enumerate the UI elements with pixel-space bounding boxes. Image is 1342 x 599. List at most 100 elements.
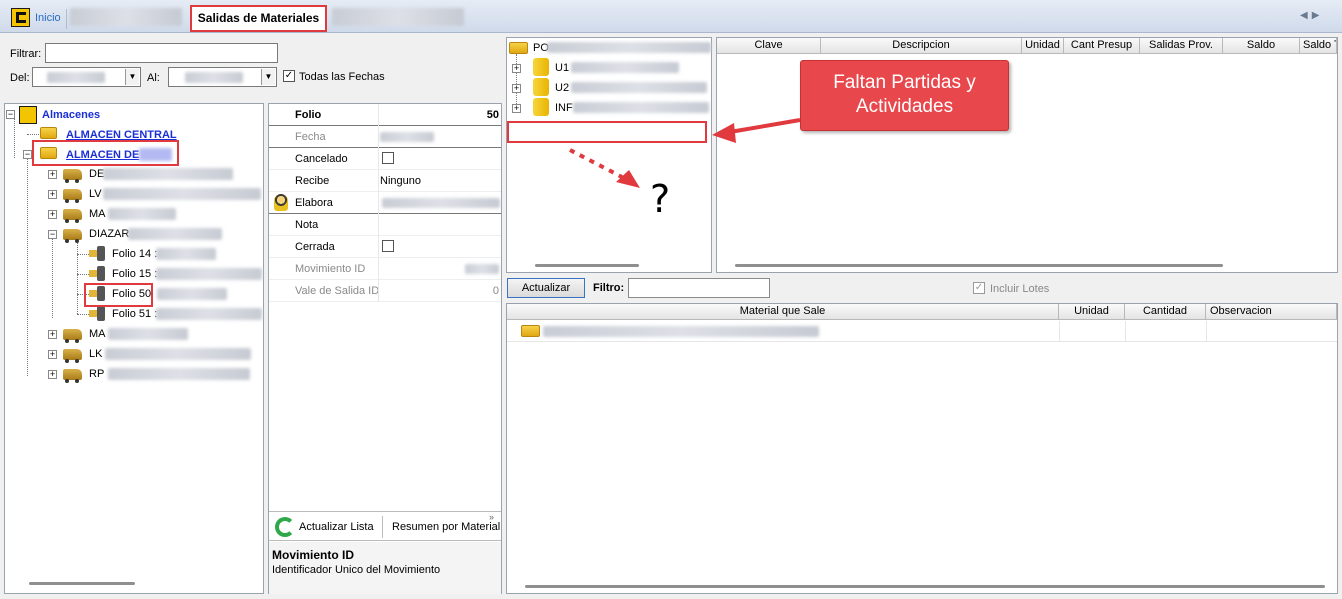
incluir-lotes-checkbox[interactable]: ✓ bbox=[973, 282, 985, 294]
tree-item[interactable]: DE bbox=[89, 168, 104, 180]
al-label: Al: bbox=[147, 72, 160, 84]
refresh-icon[interactable] bbox=[275, 517, 295, 537]
column-header[interactable]: Material que Sale bbox=[507, 304, 1059, 320]
prop-row-recibe[interactable]: Recibe Ninguno bbox=[269, 170, 501, 192]
table-row[interactable] bbox=[507, 321, 1337, 342]
prop-row-fecha[interactable]: Fecha bbox=[269, 126, 501, 148]
horizontal-scrollbar[interactable] bbox=[535, 264, 639, 267]
expand-icon[interactable]: + bbox=[512, 84, 521, 93]
tab-inicio[interactable]: Inicio bbox=[35, 12, 61, 24]
properties-grid[interactable]: Folio 50 Fecha Cancelado Recibe Ninguno … bbox=[268, 103, 502, 594]
folio-value: 50 bbox=[486, 109, 499, 121]
horizontal-scrollbar[interactable] bbox=[525, 585, 1325, 588]
cancelado-checkbox[interactable] bbox=[382, 152, 394, 164]
prop-row-cerrada[interactable]: Cerrada bbox=[269, 236, 501, 258]
collapse-icon[interactable]: − bbox=[6, 110, 15, 119]
al-date-select[interactable]: ▼ bbox=[168, 67, 277, 87]
tree-line bbox=[52, 238, 53, 318]
column-header[interactable]: Descripcion bbox=[821, 38, 1022, 54]
recibe-value: Ninguno bbox=[380, 175, 421, 187]
expand-icon[interactable]: + bbox=[512, 104, 521, 113]
expand-icon[interactable]: + bbox=[48, 190, 57, 199]
expand-icon[interactable]: + bbox=[512, 64, 521, 73]
column-header[interactable]: Observacion bbox=[1206, 304, 1337, 320]
movimiento-label: Movimiento ID bbox=[295, 263, 366, 275]
del-date-select[interactable]: ▼ bbox=[32, 67, 141, 87]
tree-item[interactable]: MA bbox=[89, 208, 106, 220]
tree-item-folio[interactable]: Folio 14 : bbox=[112, 248, 157, 260]
collapse-icon[interactable]: − bbox=[48, 230, 57, 239]
prop-row-nota[interactable]: Nota bbox=[269, 214, 501, 236]
column-header[interactable]: Unidad bbox=[1059, 304, 1125, 320]
almacenes-tree[interactable]: − Almacenes ALMACEN CENTRAL − ALMACEN DE… bbox=[4, 103, 264, 594]
tree-item[interactable]: U1 bbox=[555, 62, 569, 74]
tree-item[interactable]: LV bbox=[89, 188, 102, 200]
actualizar-lista-button[interactable]: Actualizar Lista bbox=[299, 521, 374, 533]
column-header[interactable]: Saldo T bbox=[1300, 38, 1337, 54]
highlight-folio-50 bbox=[84, 283, 153, 307]
expand-icon[interactable]: + bbox=[48, 210, 57, 219]
dotted-arrow-head bbox=[616, 170, 640, 188]
del-label: Del: bbox=[10, 72, 30, 84]
tab-blurred[interactable] bbox=[332, 8, 464, 26]
tree-item[interactable]: LK bbox=[89, 348, 102, 360]
blurred-text bbox=[543, 326, 819, 337]
chevron-down-icon[interactable]: ▼ bbox=[125, 69, 139, 85]
expand-icon[interactable]: + bbox=[48, 370, 57, 379]
tree-item-diazar[interactable]: DIAZAR bbox=[89, 228, 129, 240]
blurred-text bbox=[156, 248, 216, 260]
tree-item[interactable]: MA bbox=[89, 328, 106, 340]
truck-icon bbox=[63, 369, 82, 383]
tree-item[interactable]: U2 bbox=[555, 82, 569, 94]
expand-icon[interactable]: + bbox=[48, 170, 57, 179]
folder-icon bbox=[533, 58, 549, 76]
folio-label: Folio bbox=[295, 109, 322, 121]
prop-row-movimiento[interactable]: Movimiento ID bbox=[269, 258, 501, 280]
actualizar-button[interactable]: Actualizar bbox=[507, 278, 585, 298]
materiales-grid[interactable]: Material que Sale Unidad Cantidad Observ… bbox=[506, 303, 1338, 594]
column-header[interactable]: Cant Presup bbox=[1064, 38, 1140, 54]
tree-line bbox=[77, 254, 89, 255]
prop-row-folio[interactable]: Folio 50 bbox=[269, 104, 501, 126]
column-header[interactable]: Unidad bbox=[1022, 38, 1064, 54]
tree-root-almacenes[interactable]: Almacenes bbox=[42, 109, 100, 121]
nota-label: Nota bbox=[295, 219, 319, 231]
prop-row-cancelado[interactable]: Cancelado bbox=[269, 148, 501, 170]
callout-note: Faltan Partidas y Actividades bbox=[800, 60, 1009, 131]
tab-scroll-arrows-icon[interactable]: ◀▶ bbox=[1300, 10, 1323, 21]
tab-blurred[interactable] bbox=[70, 8, 182, 26]
vale-value: 0 bbox=[492, 285, 499, 297]
todas-fechas-checkbox[interactable]: ✓ bbox=[283, 70, 295, 82]
horizontal-scrollbar[interactable] bbox=[29, 582, 135, 585]
app-logo-icon[interactable] bbox=[11, 8, 30, 27]
material-icon bbox=[521, 325, 540, 337]
collapse-icon[interactable]: − bbox=[23, 150, 32, 159]
truck-icon bbox=[63, 349, 82, 363]
truck-icon bbox=[63, 189, 82, 203]
tree-item-folio[interactable]: Folio 51 : bbox=[112, 308, 157, 320]
filtro-input[interactable] bbox=[628, 278, 770, 298]
tree-line bbox=[27, 134, 39, 135]
column-header[interactable]: Clave bbox=[717, 38, 821, 54]
filtrar-label: Filtrar: bbox=[10, 48, 42, 60]
warehouse-icon bbox=[40, 127, 57, 139]
column-header[interactable]: Saldo bbox=[1223, 38, 1300, 54]
blurred-text bbox=[108, 328, 188, 340]
tree-line bbox=[14, 118, 15, 158]
column-header[interactable]: Salidas Prov. bbox=[1140, 38, 1223, 54]
overflow-chevron-icon[interactable]: » bbox=[489, 512, 494, 522]
tab-salidas-de-materiales[interactable]: Salidas de Materiales bbox=[190, 5, 327, 32]
prop-row-vale[interactable]: Vale de Salida ID 0 bbox=[269, 280, 501, 302]
tree-item-folio[interactable]: Folio 15 : bbox=[112, 268, 157, 280]
expand-icon[interactable]: + bbox=[48, 330, 57, 339]
resumen-por-material-button[interactable]: Resumen por Material bbox=[392, 521, 500, 533]
filtrar-input[interactable] bbox=[45, 43, 278, 63]
cerrada-checkbox[interactable] bbox=[382, 240, 394, 252]
column-header[interactable]: Cantidad bbox=[1125, 304, 1206, 320]
prop-row-elabora[interactable]: Elabora bbox=[269, 192, 501, 214]
chevron-down-icon[interactable]: ▼ bbox=[261, 69, 275, 85]
arrow-head bbox=[712, 123, 736, 143]
horizontal-scrollbar[interactable] bbox=[735, 264, 1223, 267]
tree-item[interactable]: RP bbox=[89, 368, 104, 380]
expand-icon[interactable]: + bbox=[48, 350, 57, 359]
